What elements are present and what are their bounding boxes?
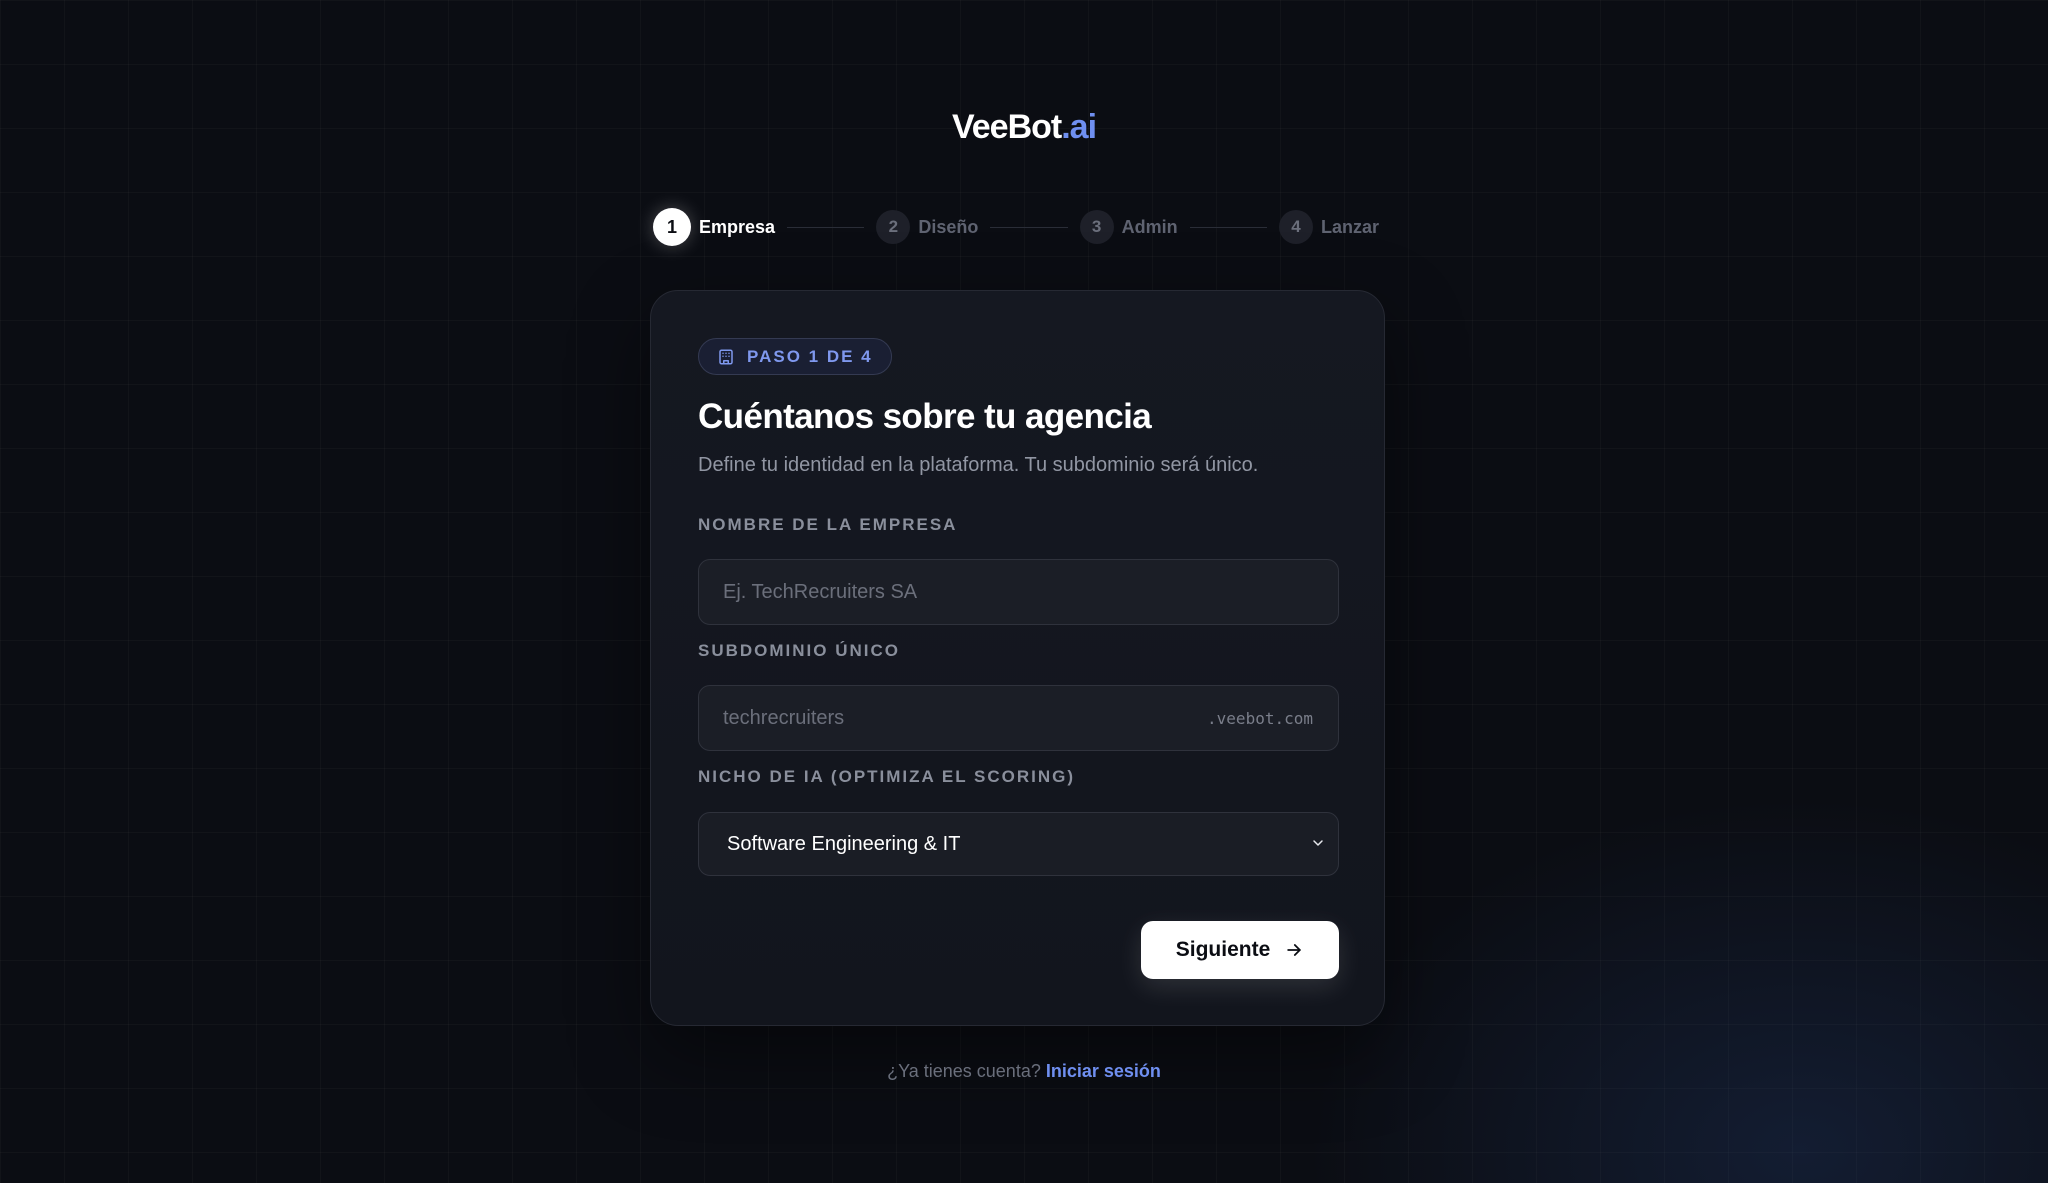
step-number: 3 [1079,210,1114,244]
step-label: Admin [1121,216,1178,237]
step-diseno: 2 Diseño [876,210,978,244]
step-connector [1189,226,1267,228]
brand-name: VeeBot [951,108,1062,146]
company-name-label: NOMBRE DE LA EMPRESA [698,515,958,534]
step-label: Diseño [918,216,979,237]
step-number: 4 [1278,210,1313,244]
step-empresa: 1 Empresa [653,208,775,246]
step-admin: 3 Admin [1079,210,1178,244]
stepper: 1 Empresa 2 Diseño 3 Admin 4 Lanzar [653,208,1379,246]
subdomain-label: SUBDOMINIO ÚNICO [698,641,900,660]
arrow-right-icon [1287,944,1301,956]
step-number: 2 [876,210,911,244]
step-label: Empresa [699,216,776,237]
login-link[interactable]: Iniciar sesión [1046,1061,1161,1081]
niche-selected-value: Software Engineering & IT [727,832,961,855]
next-button[interactable]: Siguiente [1141,921,1339,979]
step-number: 1 [653,208,691,246]
building-icon [719,349,733,364]
next-button-label: Siguiente [1175,938,1271,961]
page-subtitle: Define tu identidad en la plataforma. Tu… [698,454,1259,476]
brand-logo: VeeBot.ai [0,108,2048,147]
niche-select[interactable]: Software Engineering & IT [698,812,1339,876]
step-connector [787,226,865,228]
onboarding-card: PASO 1 DE 4 Cuéntanos sobre tu agencia D… [650,290,1385,1026]
step-badge: PASO 1 DE 4 [698,338,892,375]
chevron-down-icon [1313,840,1323,846]
page-title: Cuéntanos sobre tu agencia [698,397,1152,436]
badge-text: PASO 1 DE 4 [747,346,873,366]
company-name-input[interactable] [698,559,1339,625]
login-prompt-text: ¿Ya tienes cuenta? [887,1061,1041,1081]
niche-label: NICHO DE IA (OPTIMIZA EL SCORING) [698,767,1076,786]
step-lanzar: 4 Lanzar [1278,210,1379,244]
subdomain-suffix: .veebot.com [1207,708,1313,728]
step-connector [990,226,1068,228]
step-label: Lanzar [1320,216,1379,237]
brand-suffix: .ai [1061,108,1097,146]
login-prompt: ¿Ya tienes cuenta? Iniciar sesión [0,1061,2048,1082]
